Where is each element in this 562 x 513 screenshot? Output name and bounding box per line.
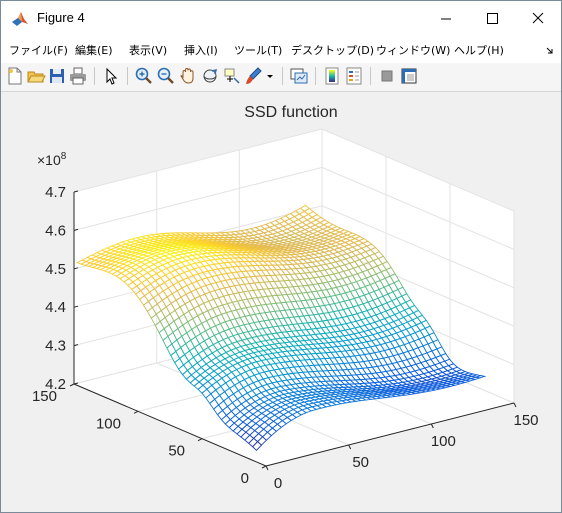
toolbar-separator bbox=[315, 67, 316, 85]
y-tick-mark bbox=[197, 438, 203, 442]
z-tick-label: 4.6 bbox=[45, 222, 66, 239]
y-tick-mark bbox=[261, 465, 267, 469]
minimize-button[interactable] bbox=[423, 1, 469, 37]
menu-file[interactable]: ファイル(F) bbox=[9, 42, 68, 58]
zoom-out-icon[interactable] bbox=[156, 66, 176, 86]
y-tick-label: 50 bbox=[168, 443, 185, 460]
menu-insert[interactable]: 挿入(I) bbox=[184, 42, 218, 58]
menu-tools[interactable]: ツール(T) bbox=[234, 42, 282, 58]
x-tick-mark bbox=[430, 423, 434, 429]
figure-window: Figure 4 ファイル(F) 編集(E) 表示(V) 挿入(I) ツール(T… bbox=[0, 0, 562, 513]
close-button[interactable] bbox=[515, 1, 561, 37]
brush-icon[interactable] bbox=[244, 66, 264, 86]
z-exponent-power: 8 bbox=[61, 151, 67, 162]
show-plot-tools-icon[interactable] bbox=[399, 66, 419, 86]
pan-hand-icon[interactable] bbox=[178, 66, 198, 86]
zoom-in-icon[interactable] bbox=[134, 66, 154, 86]
matlab-logo-icon bbox=[11, 10, 29, 28]
window-title: Figure 4 bbox=[37, 10, 85, 25]
hide-plot-tools-icon[interactable] bbox=[377, 66, 397, 86]
minimize-icon bbox=[441, 18, 451, 20]
x-tick-label: 150 bbox=[513, 412, 538, 429]
z-exponent-base: ×10 bbox=[37, 152, 61, 168]
x-tick-label: 100 bbox=[431, 433, 456, 450]
title-bar: Figure 4 bbox=[1, 1, 561, 37]
plot-axes[interactable]: 0501001500501001504.24.34.44.54.64.7 SSD… bbox=[1, 92, 561, 512]
menu-help[interactable]: ヘルプ(H) bbox=[454, 42, 504, 58]
menu-view[interactable]: 表示(V) bbox=[129, 42, 167, 58]
figure-canvas[interactable]: 0 50 100 150 0 50 100 150 4.2 4.3 4.4 4.5 4.6 4.7 SSD… bbox=[1, 92, 561, 512]
toolbar-separator bbox=[282, 67, 283, 85]
toolbar-separator bbox=[370, 67, 371, 85]
insert-legend-icon[interactable] bbox=[344, 66, 364, 86]
rotate-3d-icon[interactable] bbox=[200, 66, 220, 86]
maximize-button[interactable] bbox=[469, 1, 515, 37]
chart-title: SSD function bbox=[244, 104, 337, 121]
toolbar-separator bbox=[94, 67, 95, 85]
brush-dropdown-icon[interactable] bbox=[265, 66, 275, 86]
print-icon[interactable] bbox=[68, 66, 88, 86]
menu-desktop[interactable]: デスクトップ(D) bbox=[291, 42, 374, 58]
x-tick-mark bbox=[265, 465, 269, 471]
figure-toolbar bbox=[1, 63, 561, 92]
link-plot-icon[interactable] bbox=[289, 66, 309, 86]
z-tick-label: 4.5 bbox=[45, 261, 66, 278]
save-icon[interactable] bbox=[47, 66, 67, 86]
close-icon bbox=[532, 12, 544, 24]
y-tick-mark bbox=[69, 383, 75, 387]
y-tick-mark bbox=[133, 410, 139, 414]
z-tick-label: 4.3 bbox=[45, 338, 66, 355]
menu-edit[interactable]: 編集(E) bbox=[75, 42, 113, 58]
x-tick-mark bbox=[348, 444, 352, 450]
x-tick-label: 0 bbox=[274, 475, 282, 492]
z-tick-label: 4.7 bbox=[45, 184, 66, 201]
x-tick-label: 50 bbox=[352, 454, 369, 471]
y-tick-label: 0 bbox=[241, 470, 249, 487]
z-exponent-label: ×108 bbox=[37, 151, 67, 168]
chevron-more-icon[interactable] bbox=[545, 46, 555, 56]
menu-bar: ファイル(F) 編集(E) 表示(V) 挿入(I) ツール(T) デスクトップ(… bbox=[1, 37, 561, 63]
x-tick-mark bbox=[513, 402, 517, 408]
pointer-icon[interactable] bbox=[101, 66, 121, 86]
toolbar-separator bbox=[127, 67, 128, 85]
menu-window[interactable]: ウィンドウ(W) bbox=[376, 42, 450, 58]
z-tick-label: 4.2 bbox=[45, 376, 66, 393]
z-tick-label: 4.4 bbox=[45, 299, 66, 316]
new-figure-icon[interactable] bbox=[5, 66, 25, 86]
maximize-icon bbox=[487, 13, 498, 24]
y-tick-label: 100 bbox=[96, 415, 121, 432]
data-cursor-icon[interactable] bbox=[222, 66, 242, 86]
insert-colorbar-icon[interactable] bbox=[322, 66, 342, 86]
open-file-icon[interactable] bbox=[26, 66, 46, 86]
